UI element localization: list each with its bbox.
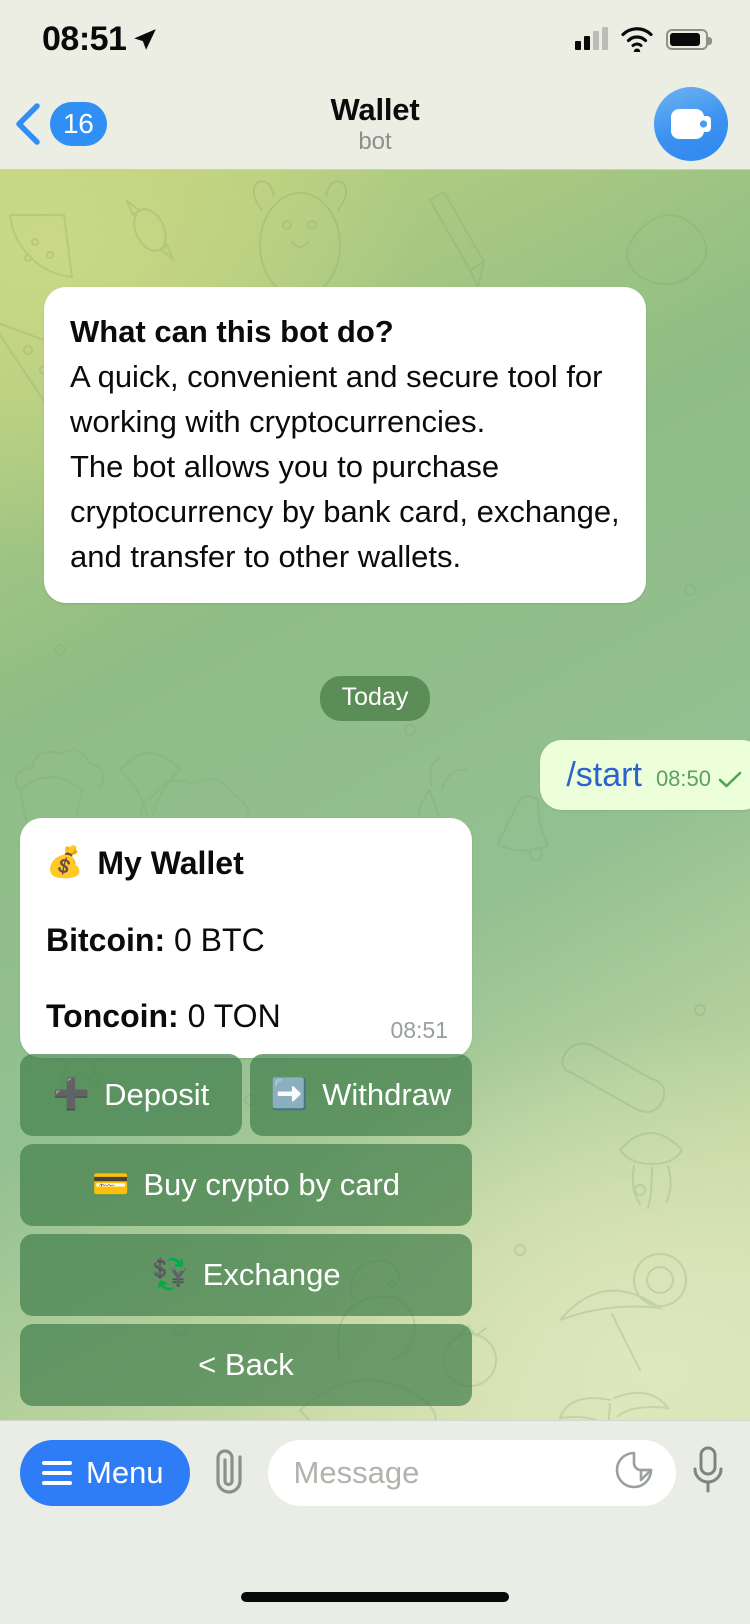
chevron-left-icon: [16, 102, 40, 145]
wallet-icon: [671, 108, 711, 139]
message-time: 08:50: [655, 766, 711, 791]
message-input-field[interactable]: Message: [267, 1439, 676, 1506]
chat-title: Wallet: [330, 91, 420, 127]
inline-keyboard-row: 💱 Exchange: [20, 1234, 472, 1316]
wallet-card-title-row: 💰 My Wallet: [46, 836, 448, 890]
currency-exchange-icon: 💱: [151, 1258, 189, 1291]
status-time: 08:51: [42, 19, 127, 58]
chat-messages-area: What can this bot do? A quick, convenien…: [0, 170, 750, 1420]
button-label: < Back: [198, 1347, 294, 1382]
balance-label: Bitcoin:: [46, 922, 166, 958]
wallet-card-bubble[interactable]: 💰 My Wallet Bitcoin: 0 BTC Toncoin: 0 TO…: [20, 818, 472, 1058]
chat-subtitle: bot: [358, 127, 392, 155]
bot-info-line: The bot allows you to purchase: [70, 449, 500, 484]
avatar[interactable]: [654, 86, 728, 161]
paperclip-icon: [215, 1449, 242, 1494]
wifi-icon: [621, 26, 653, 52]
menu-button[interactable]: Menu: [20, 1439, 190, 1506]
sticker-icon: [615, 1451, 653, 1489]
message-row-wallet: 💰 My Wallet Bitcoin: 0 BTC Toncoin: 0 TO…: [20, 818, 472, 1058]
attach-button[interactable]: [208, 1445, 252, 1500]
balance-value: 0 BTC: [173, 922, 265, 958]
wallet-balance-row: Bitcoin: 0 BTC: [46, 914, 448, 966]
money-bag-icon: 💰: [46, 846, 84, 879]
button-label: Withdraw: [322, 1077, 452, 1112]
inline-keyboard-row: < Back: [20, 1324, 472, 1406]
battery-icon: [666, 28, 712, 50]
inline-keyboard-row: 💳 Buy crypto by card: [20, 1144, 472, 1226]
status-bar-right: [575, 26, 712, 52]
balance-label: Toncoin:: [46, 998, 179, 1034]
withdraw-button[interactable]: ➡️ Withdraw: [250, 1054, 472, 1136]
wallet-balance-row: Toncoin: 0 TON: [46, 990, 448, 1042]
back-button[interactable]: 16: [0, 101, 107, 146]
button-label: Buy crypto by card: [143, 1167, 401, 1202]
chat-title-block: Wallet bot: [0, 92, 750, 156]
buy-crypto-by-card-button[interactable]: 💳 Buy crypto by card: [20, 1144, 472, 1226]
message-row-bot-info: What can this bot do? A quick, convenien…: [44, 287, 646, 603]
button-label: Exchange: [202, 1257, 341, 1292]
bot-info-title: What can this bot do?: [70, 314, 394, 349]
arrow-right-icon: ➡️: [270, 1078, 309, 1111]
date-divider-row: Today: [0, 676, 750, 721]
bot-info-line: cryptocurrency by bank card, exchange,: [70, 494, 620, 529]
message-time: 08:51: [390, 1017, 448, 1043]
date-divider: Today: [319, 676, 431, 721]
exchange-button[interactable]: 💱 Exchange: [20, 1234, 472, 1316]
outgoing-message-bubble[interactable]: /start 08:50: [540, 740, 750, 810]
message-placeholder: Message: [293, 1454, 420, 1490]
deposit-button[interactable]: ➕ Deposit: [20, 1054, 242, 1136]
button-label: Deposit: [104, 1077, 210, 1112]
sticker-button[interactable]: [614, 1450, 654, 1495]
balance-value: 0 TON: [187, 998, 281, 1034]
inline-keyboard: ➕ Deposit ➡️ Withdraw 💳 Buy crypto by ca…: [20, 1054, 472, 1414]
check-sent-icon: [718, 771, 742, 787]
back-button[interactable]: < Back: [20, 1324, 472, 1406]
bot-info-line: working with cryptocurrencies.: [70, 404, 486, 439]
hamburger-icon: [42, 1460, 72, 1485]
chat-header: 16 Wallet bot: [0, 78, 750, 170]
home-indicator: [241, 1592, 509, 1602]
menu-button-label: Menu: [86, 1454, 164, 1490]
message-meta: 08:50: [656, 766, 742, 792]
message-row-outgoing: /start 08:50: [0, 740, 750, 810]
inline-keyboard-row: ➕ Deposit ➡️ Withdraw: [20, 1054, 472, 1136]
message-input-bar: Menu Message: [0, 1420, 750, 1524]
location-arrow-icon: [134, 29, 157, 50]
microphone-icon: [693, 1446, 723, 1493]
voice-record-button[interactable]: [690, 1445, 726, 1500]
status-bar-left: 08:51: [42, 20, 158, 59]
cellular-bars-icon: [575, 27, 608, 50]
command-text[interactable]: /start: [566, 754, 642, 796]
wallet-card-title: My Wallet: [97, 845, 244, 881]
status-bar: 08:51: [0, 0, 750, 78]
plus-icon: ➕: [52, 1078, 91, 1111]
unread-count-badge: 16: [50, 101, 107, 146]
bot-info-bubble[interactable]: What can this bot do? A quick, convenien…: [44, 287, 646, 603]
bot-info-line: A quick, convenient and secure tool for: [70, 359, 603, 394]
credit-card-icon: 💳: [91, 1168, 130, 1201]
bot-info-line: and transfer to other wallets.: [70, 539, 462, 574]
